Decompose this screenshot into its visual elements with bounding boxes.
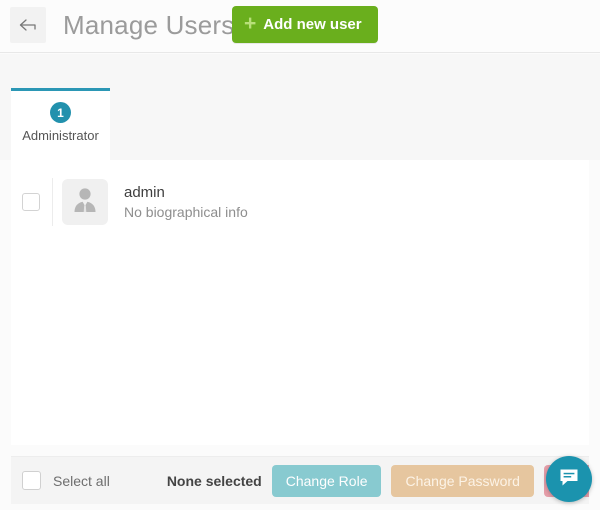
arrow-left-icon <box>18 17 38 33</box>
user-name: admin <box>124 183 248 202</box>
change-role-button[interactable]: Change Role <box>272 465 382 497</box>
user-info: admin No biographical info <box>124 183 248 222</box>
add-new-user-button[interactable]: + Add new user <box>232 6 378 43</box>
tab-count-badge: 1 <box>50 102 71 123</box>
tab-administrator-label: Administrator <box>22 128 99 143</box>
table-row[interactable]: admin No biographical info <box>11 172 589 232</box>
select-all-label: Select all <box>53 473 110 489</box>
chat-bubble-icon <box>557 465 581 494</box>
page-header: Manage Users + Add new user <box>0 0 600 53</box>
bulk-actions-bar: Select all None selected Change Role Cha… <box>11 456 589 504</box>
user-row-checkbox[interactable] <box>22 193 40 211</box>
user-bio: No biographical info <box>124 203 248 222</box>
plus-icon: + <box>244 13 256 34</box>
row-divider <box>52 178 53 226</box>
select-all-checkbox[interactable] <box>22 471 41 490</box>
page-title: Manage Users <box>63 8 234 42</box>
selection-status: None selected <box>167 473 262 489</box>
chat-support-button[interactable] <box>546 456 592 502</box>
add-new-user-label: Add new user <box>263 16 361 33</box>
avatar <box>62 179 108 225</box>
user-placeholder-icon <box>69 184 101 221</box>
back-button[interactable] <box>10 7 46 43</box>
user-list-panel: admin No biographical info <box>11 160 589 445</box>
change-password-button[interactable]: Change Password <box>391 465 533 497</box>
tab-strip: 1 Administrator <box>0 54 600 160</box>
tab-administrator[interactable]: 1 Administrator <box>11 88 110 160</box>
